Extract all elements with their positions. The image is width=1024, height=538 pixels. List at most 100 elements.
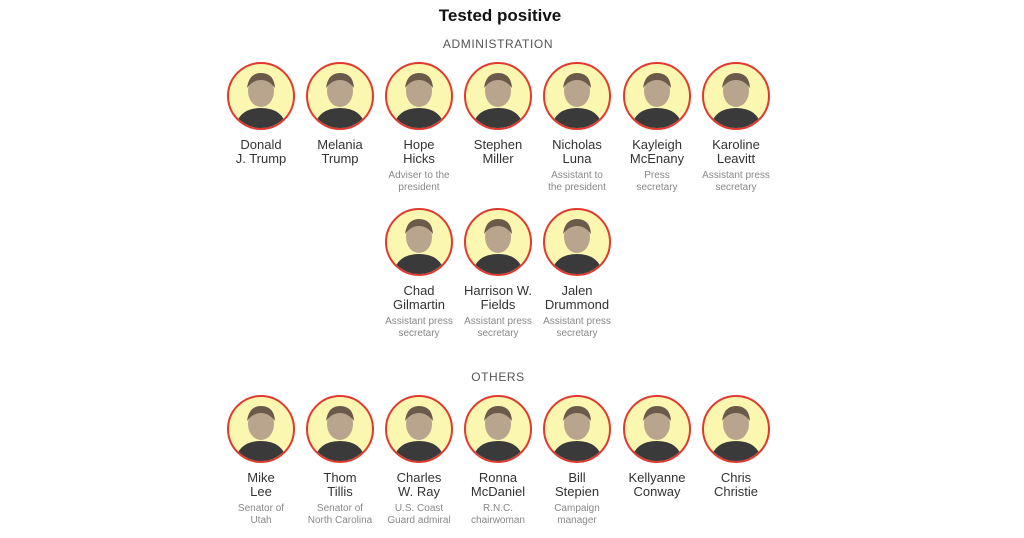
person-name: Melania Trump	[300, 138, 380, 166]
portrait-photo	[385, 208, 453, 276]
portrait-photo	[385, 62, 453, 130]
person-name-line: Stephen	[473, 137, 523, 152]
person-role-line: secretary	[715, 182, 757, 193]
person-chris-christie: Chris Christie	[696, 395, 776, 499]
section-label-others: OTHERS	[471, 370, 525, 384]
person-name-line: Christie	[713, 484, 759, 499]
person-role: Senator of North Carolina	[300, 503, 380, 527]
portrait-photo	[227, 395, 295, 463]
person-karoline-leavitt: Karoline Leavitt Assistant press secretary	[696, 62, 776, 194]
person-stephen-miller: Stephen Miller	[458, 62, 538, 166]
person-name: Kellyanne Conway	[617, 471, 697, 499]
portrait-photo	[464, 395, 532, 463]
person-role-line: Senator of	[237, 503, 285, 514]
person-name-line: W. Ray	[398, 484, 440, 499]
portrait-photo	[623, 395, 691, 463]
person-role-line: U.S. Coast	[394, 503, 444, 514]
person-role: Assistant to the president	[537, 170, 617, 194]
person-role: Assistant press secretary	[379, 316, 459, 340]
person-name: Chris Christie	[696, 471, 776, 499]
person-role-line: secretary	[636, 182, 678, 193]
person-name: Karoline Leavitt	[696, 138, 776, 166]
person-name-line: Kellyanne	[628, 470, 686, 485]
person-role: R.N.C. chairwoman	[458, 503, 538, 527]
person-name-line: Ronna	[478, 470, 518, 485]
person-name-line: Donald	[240, 137, 282, 152]
person-name-line: Lee	[250, 484, 272, 499]
person-nicholas-luna: Nicholas Luna Assistant to the president	[537, 62, 617, 194]
person-role: U.S. Coast Guard admiral	[379, 503, 459, 527]
person-name-line: Miller	[482, 151, 514, 166]
person-name-line: Hicks	[403, 151, 435, 166]
person-role-line: Press	[644, 170, 670, 181]
portrait-photo	[543, 62, 611, 130]
portrait-photo	[306, 62, 374, 130]
person-role-line: Guard admiral	[387, 515, 451, 526]
portrait-photo	[543, 395, 611, 463]
person-name-line: Nicholas	[552, 137, 602, 152]
person-name: Charles W. Ray	[379, 471, 459, 499]
person-name-line: Thom	[323, 470, 357, 485]
person-chad-gilmartin: Chad Gilmartin Assistant press secretary	[379, 208, 459, 340]
person-name-line: Karoline	[712, 137, 760, 152]
person-role-line: secretary	[477, 328, 519, 339]
person-name-line: Chad	[403, 283, 435, 298]
person-thom-tillis: Thom Tillis Senator of North Carolina	[300, 395, 380, 527]
person-name-line: McDaniel	[470, 484, 526, 499]
person-role: Assistant press secretary	[537, 316, 617, 340]
portrait-photo	[385, 395, 453, 463]
person-name: Ronna McDaniel	[458, 471, 538, 499]
person-name-line: Stepien	[554, 484, 600, 499]
portrait-photo	[623, 62, 691, 130]
person-name-line: Charles	[396, 470, 442, 485]
person-donald-j-trump: Donald J. Trump	[221, 62, 301, 166]
person-name-line: Leavitt	[716, 151, 756, 166]
person-mike-lee: Mike Lee Senator of Utah	[221, 395, 301, 527]
person-role: Senator of Utah	[221, 503, 301, 527]
person-kellyanne-conway: Kellyanne Conway	[617, 395, 697, 499]
person-role-line: Assistant press	[702, 170, 770, 181]
person-role-line: Assistant press	[464, 316, 532, 327]
person-name-line: Jalen	[561, 283, 593, 298]
person-name-line: Trump	[321, 151, 359, 166]
person-role-line: R.N.C.	[483, 503, 513, 514]
person-name: Chad Gilmartin	[379, 284, 459, 312]
person-role-line: Assistant to	[551, 170, 603, 181]
person-name: Bill Stepien	[537, 471, 617, 499]
person-role-line: North Carolina	[307, 515, 373, 526]
person-name-line: J. Trump	[235, 151, 287, 166]
person-melania-trump: Melania Trump	[300, 62, 380, 166]
person-name-line: Harrison W.	[464, 283, 532, 298]
person-name: Nicholas Luna	[537, 138, 617, 166]
portrait-photo	[702, 395, 770, 463]
person-role-line: the president	[548, 182, 606, 193]
person-name-line: Bill	[568, 470, 586, 485]
person-name: Donald J. Trump	[221, 138, 301, 166]
person-role-line: chairwoman	[471, 515, 525, 526]
person-name: Kayleigh McEnany	[617, 138, 697, 166]
section-label-administration: ADMINISTRATION	[442, 37, 554, 51]
person-role-line: Assistant press	[543, 316, 611, 327]
person-name-line: McEnany	[629, 151, 685, 166]
person-name: Stephen Miller	[458, 138, 538, 166]
person-hope-hicks: Hope Hicks Adviser to the president	[379, 62, 459, 194]
person-role-line: Adviser to the	[388, 170, 450, 181]
person-role: Assistant press secretary	[458, 316, 538, 340]
person-harrison-w-fields: Harrison W. Fields Assistant press secretar…	[458, 208, 538, 340]
person-name-line: Luna	[562, 151, 592, 166]
person-name-line: Tillis	[327, 484, 353, 499]
person-name: Jalen Drummond	[537, 284, 617, 312]
person-role-line: president	[398, 182, 440, 193]
portrait-photo	[306, 395, 374, 463]
person-name-line: Chris	[720, 470, 752, 485]
portrait-photo	[543, 208, 611, 276]
portrait-photo	[464, 208, 532, 276]
graphic-title: Tested positive	[438, 6, 562, 25]
person-role-line: secretary	[398, 328, 440, 339]
person-name-line: Gilmartin	[392, 297, 445, 312]
portrait-photo	[227, 62, 295, 130]
portrait-photo	[464, 62, 532, 130]
person-role-line: Utah	[250, 515, 272, 526]
person-charles-w-ray: Charles W. Ray U.S. Coast Guard admiral	[379, 395, 459, 527]
person-name-line: Conway	[633, 484, 681, 499]
